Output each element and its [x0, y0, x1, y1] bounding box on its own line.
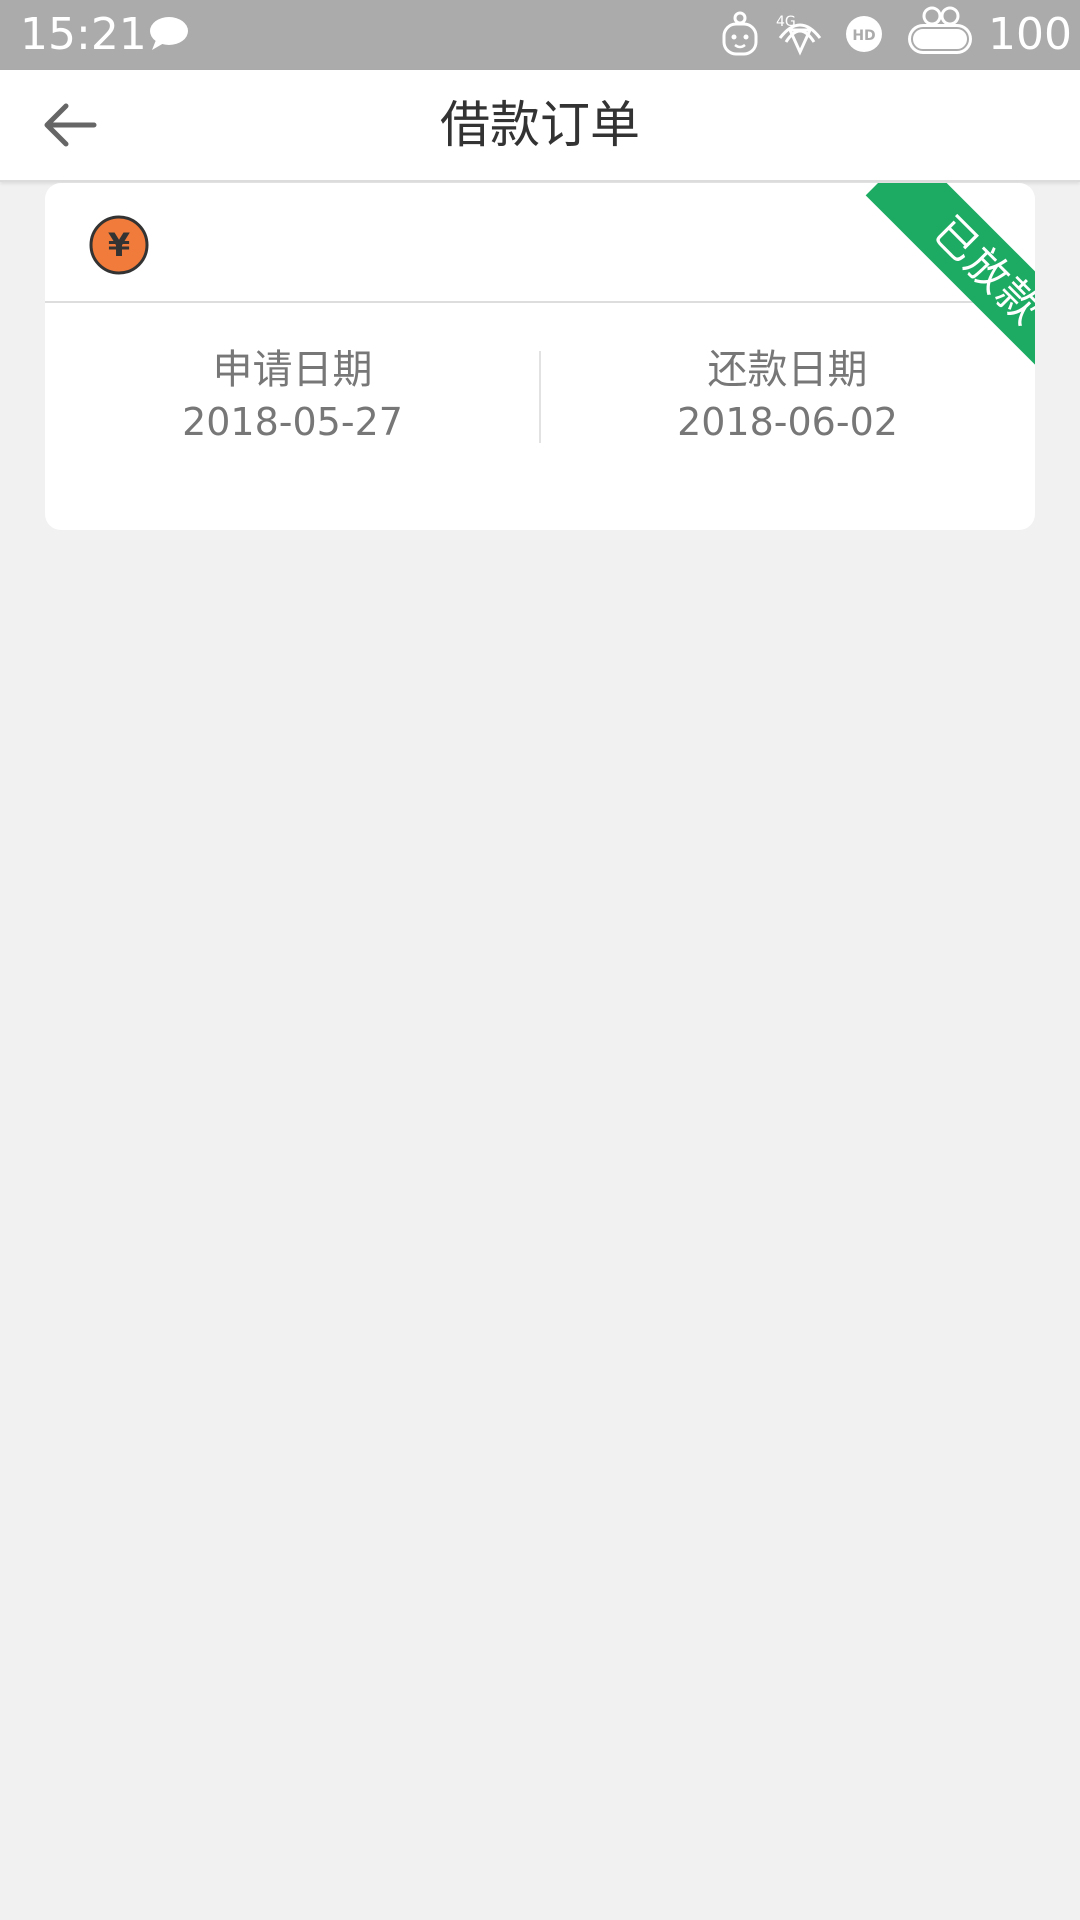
repay-date-label: 还款日期 — [707, 347, 868, 393]
currency-symbol: ¥ — [108, 226, 130, 264]
message-icon — [148, 14, 190, 54]
repay-date-value: 2018-06-02 — [677, 400, 898, 444]
battery-level: 100 — [988, 9, 1072, 60]
status-time: 15:21 — [20, 9, 147, 60]
back-button[interactable] — [36, 94, 108, 156]
page-title: 借款订单 — [440, 96, 640, 154]
apply-date-value: 2018-05-27 — [182, 400, 403, 444]
arrow-left-icon — [44, 103, 97, 147]
yuan-coin-icon: ¥ — [89, 215, 149, 275]
loan-order-card[interactable]: ¥ 已放款 申请日期 2018-05-27 还款日期 2018-06-02 — [45, 183, 1035, 530]
mascot-icon — [718, 10, 762, 62]
status-bar: 15:21 4G HD 100 — [0, 0, 1080, 70]
battery-icon — [904, 6, 978, 60]
card-header: ¥ 已放款 — [45, 183, 1035, 388]
hd-icon: HD — [844, 14, 884, 58]
card-dates: 申请日期 2018-05-27 还款日期 2018-06-02 — [45, 303, 1035, 530]
apply-date-label: 申请日期 — [212, 347, 373, 393]
app-header: 借款订单 — [0, 70, 1080, 182]
hd-label: HD — [852, 28, 875, 44]
signal-4g-icon: 4G — [776, 12, 824, 60]
